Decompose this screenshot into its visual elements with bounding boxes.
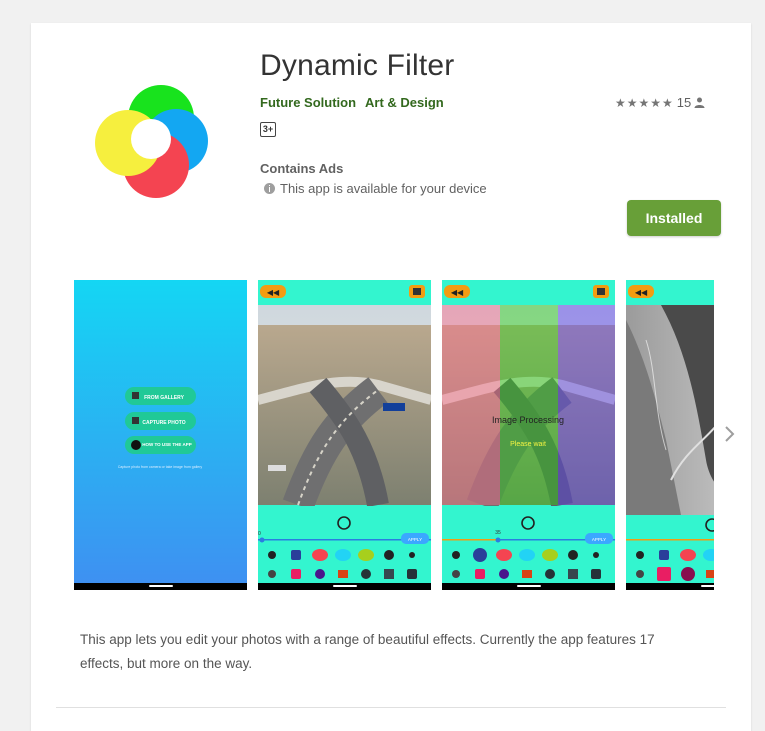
- app-description: This app lets you edit your photos with …: [80, 632, 655, 671]
- rating: ★★★★★ 15: [615, 95, 705, 110]
- slider-value-3: 35: [495, 530, 501, 536]
- contains-ads-label: Contains Ads: [260, 161, 344, 176]
- screenshot-carousel: FROM GALLERY CAPTURE PHOTO HOW TO USE TH…: [74, 280, 714, 590]
- screenshot-1[interactable]: FROM GALLERY CAPTURE PHOTO HOW TO USE TH…: [74, 280, 247, 590]
- divider: [56, 707, 726, 708]
- apply-label-2: APPLY: [408, 537, 422, 542]
- screenshot-4-image: ◀◀: [626, 280, 714, 590]
- screenshot-3[interactable]: ◀◀ Image Processing Please wait 35 APPLY: [442, 280, 615, 590]
- chevron-right-icon[interactable]: [724, 423, 736, 449]
- screenshot-4[interactable]: ◀◀: [626, 280, 714, 590]
- please-wait-text: Please wait: [510, 441, 546, 448]
- home-caption: Capture photo from camera or take image …: [118, 465, 202, 469]
- capture-photo-label: CAPTURE PHOTO: [142, 420, 185, 426]
- person-icon: [694, 97, 705, 108]
- screenshot-2[interactable]: ◀◀ 0 APPLY: [258, 280, 431, 590]
- svg-text:◀◀: ◀◀: [267, 288, 280, 297]
- developer-link[interactable]: Future Solution: [260, 95, 356, 110]
- installed-button[interactable]: Installed: [627, 200, 721, 236]
- from-gallery-label: FROM GALLERY: [144, 395, 184, 401]
- screenshot-1-image: FROM GALLERY CAPTURE PHOTO HOW TO USE TH…: [74, 280, 247, 590]
- svg-text:◀◀: ◀◀: [451, 288, 464, 297]
- category-link[interactable]: Art & Design: [365, 95, 444, 110]
- age-rating-badge: 3+: [260, 122, 276, 137]
- availability-notice: This app is available for your device: [264, 181, 487, 196]
- availability-text: This app is available for your device: [280, 181, 487, 196]
- screenshot-2-image: ◀◀ 0 APPLY: [258, 280, 431, 590]
- how-to-use-label: HOW TO USE THE APP: [142, 442, 192, 447]
- processing-text: Image Processing: [492, 415, 564, 425]
- svg-text:◀◀: ◀◀: [635, 288, 648, 297]
- apply-label-3: APPLY: [592, 537, 606, 542]
- app-details-card: Dynamic Filter Future Solution Art & Des…: [31, 23, 751, 731]
- screenshot-3-image: ◀◀ Image Processing Please wait 35 APPLY: [442, 280, 615, 590]
- rating-stars: ★★★★★: [615, 95, 674, 110]
- slider-value-2: 0: [258, 531, 261, 537]
- app-title: Dynamic Filter: [260, 49, 455, 82]
- info-icon: [264, 183, 275, 194]
- app-logo-icon: [95, 85, 208, 198]
- rating-count: 15: [676, 95, 692, 110]
